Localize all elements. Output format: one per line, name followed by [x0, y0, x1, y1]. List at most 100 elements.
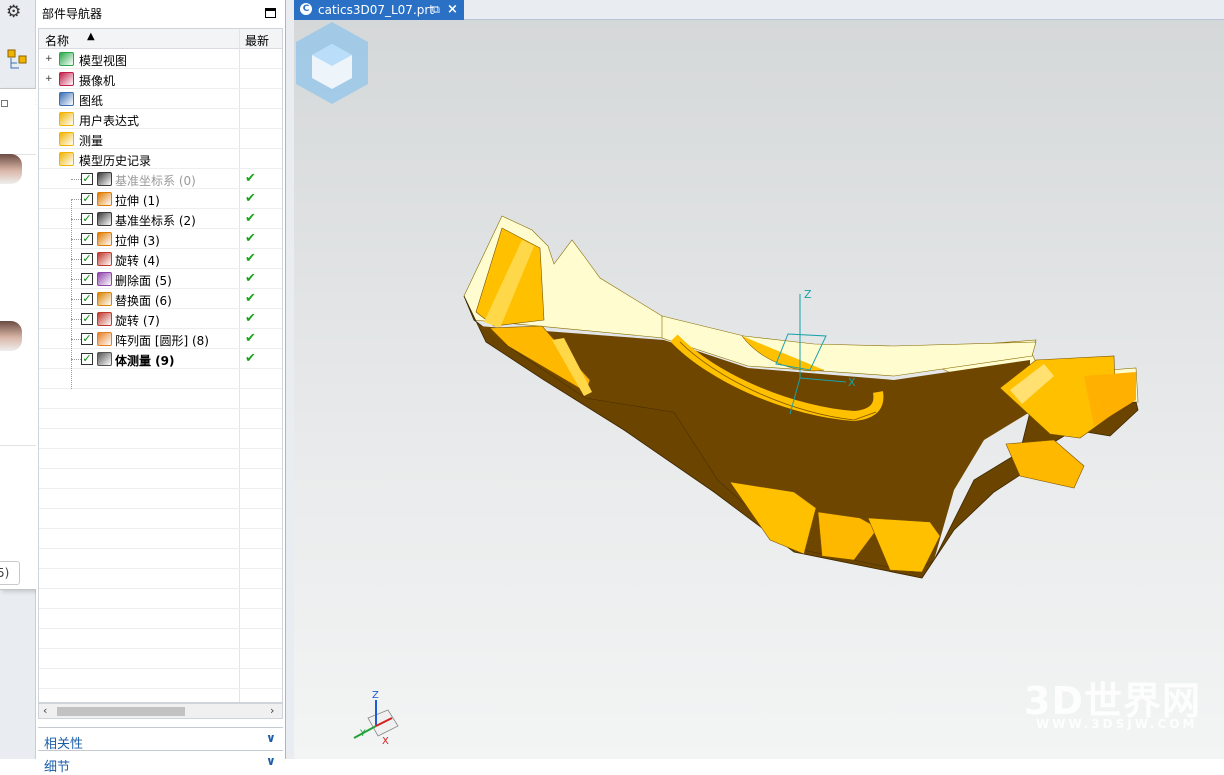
tree-node[interactable]: 用户表达式 — [39, 109, 282, 129]
tree-empty-row — [39, 529, 282, 549]
tree-node[interactable]: ✓ 基准坐标系 (2) ✔ — [39, 209, 282, 229]
camera-icon — [59, 72, 74, 86]
tree-node-label: 基准坐标系 (0) — [115, 174, 196, 188]
expand-toggle-icon[interactable]: + — [45, 75, 53, 84]
tree-node-label: 模型视图 — [79, 54, 128, 68]
up-to-date-check-icon: ✔ — [245, 311, 256, 326]
tree-empty-row — [39, 669, 282, 689]
tree-empty-row — [39, 429, 282, 449]
feature-checkbox[interactable]: ✓ — [81, 313, 93, 325]
part-model[interactable]: Z X Z X Y — [294, 20, 1224, 759]
tree-node[interactable]: + 模型视图 — [39, 49, 282, 69]
tree-node[interactable]: ✓ 体测量 (9) ✔ — [39, 349, 282, 369]
part-navigator: 部件导航器 名称 ▲ 最新 +模型视图+✔摄像机图纸用户表达式测量模型历史记录✓… — [36, 0, 286, 775]
tree-empty-row — [39, 369, 282, 389]
details-panel[interactable]: 细节 ∨ — [38, 750, 283, 775]
tree-node[interactable]: +✔摄像机 — [39, 69, 282, 89]
tree-node-label: 体测量 (9) — [115, 354, 175, 368]
tree-empty-row — [39, 449, 282, 469]
tree-node-label: 用户表达式 — [79, 114, 140, 128]
tree-node-label: 删除面 (5) — [115, 274, 172, 288]
datum-z-label: Z — [804, 288, 812, 301]
expand-toggle-icon[interactable]: + — [45, 55, 53, 64]
tree-node[interactable]: 测量 — [39, 129, 282, 149]
nx-part-icon: C — [300, 3, 312, 15]
up-to-date-check-icon: ✔ — [245, 211, 256, 226]
feature-checkbox[interactable]: ✓ — [81, 353, 93, 365]
tree-empty-row — [39, 509, 282, 529]
tree-node[interactable]: 图纸 — [39, 89, 282, 109]
triad-x-label: X — [382, 736, 389, 747]
tree-node[interactable]: ✓ 拉伸 (3) ✔ — [39, 229, 282, 249]
folder-icon — [59, 132, 74, 146]
column-header-latest[interactable]: 最新 — [245, 32, 269, 49]
undock-icon[interactable]: ⧉ — [432, 3, 440, 17]
tab-label: catics3D07_L07.prt — [318, 3, 435, 17]
chevron-down-icon[interactable]: ∨ — [266, 731, 276, 745]
tab-part-file[interactable]: C catics3D07_L07.prt ⧉ × — [294, 0, 464, 20]
chevron-down-icon[interactable]: ∨ — [266, 754, 276, 768]
extrude-icon — [97, 192, 112, 206]
tree-node[interactable]: ✓ 拉伸 (1) ✔ — [39, 189, 282, 209]
up-to-date-check-icon: ✔ — [245, 231, 256, 246]
up-to-date-check-icon: ✔ — [245, 331, 256, 346]
tree-node[interactable]: ✓ 替换面 (6) ✔ — [39, 289, 282, 309]
datum-csys-icon — [97, 212, 112, 226]
replace-face-icon — [97, 292, 112, 306]
measure-body-icon — [97, 352, 112, 366]
tree-node-label: 基准坐标系 (2) — [115, 214, 196, 228]
up-to-date-check-icon: ✔ — [245, 171, 256, 186]
restore-icon[interactable] — [1, 100, 8, 107]
tree-node-label: 阵列面 [圆形] (8) — [115, 334, 209, 348]
avatar — [0, 321, 22, 351]
up-to-date-check-icon: ✔ — [245, 351, 256, 366]
extrude-icon — [97, 232, 112, 246]
graphics-viewport[interactable]: Z X Z X Y 3D世界网 WWW.3DSJW.COM — [294, 20, 1224, 759]
feature-checkbox[interactable]: ✓ — [81, 193, 93, 205]
tree-empty-row — [39, 649, 282, 669]
horizontal-scrollbar[interactable]: ‹ › — [38, 703, 283, 719]
feature-checkbox[interactable]: ✓ — [81, 333, 93, 345]
delete-face-icon — [97, 272, 112, 286]
scroll-thumb[interactable] — [57, 707, 185, 716]
up-to-date-check-icon: ✔ — [245, 291, 256, 306]
tree-node-label: 摄像机 — [79, 74, 116, 88]
dependencies-panel[interactable]: 相关性 ∨ — [38, 727, 283, 752]
tree-empty-row — [39, 589, 282, 609]
popup-button[interactable]: 5) — [0, 561, 20, 585]
tree-node-label: 替换面 (6) — [115, 294, 172, 308]
tree-empty-row — [39, 389, 282, 409]
model-view-icon — [59, 52, 74, 66]
assembly-navigator-icon[interactable] — [7, 48, 29, 74]
tree-node-label: 图纸 — [79, 94, 104, 108]
sort-ascending-icon[interactable]: ▲ — [87, 31, 95, 42]
avatar — [0, 154, 22, 184]
tree-node[interactable]: 模型历史记录 — [39, 149, 282, 169]
feature-checkbox[interactable]: ✓ — [81, 273, 93, 285]
tree-node[interactable]: ✓ 旋转 (4) ✔ — [39, 249, 282, 269]
tree-node[interactable]: ✓ 基准坐标系 (0) ✔ — [39, 169, 282, 189]
tree-node-label: 旋转 (7) — [115, 314, 160, 328]
tree-header: 名称 ▲ 最新 — [39, 29, 282, 49]
up-to-date-check-icon: ✔ — [245, 191, 256, 206]
tree-empty-row — [39, 629, 282, 649]
pattern-face-icon — [97, 332, 112, 346]
feature-checkbox[interactable]: ✓ — [81, 233, 93, 245]
scroll-right-icon[interactable]: › — [270, 704, 274, 717]
feature-checkbox[interactable]: ✓ — [81, 293, 93, 305]
feature-checkbox[interactable]: ✓ — [81, 173, 93, 185]
tree-node[interactable]: ✓ 旋转 (7) ✔ — [39, 309, 282, 329]
column-header-name[interactable]: 名称 — [45, 32, 69, 49]
view-triad[interactable]: Z X Y — [353, 690, 399, 747]
tree-node-label: 旋转 (4) — [115, 254, 160, 268]
close-icon[interactable]: × — [447, 2, 458, 17]
feature-checkbox[interactable]: ✓ — [81, 213, 93, 225]
datum-csys-icon — [97, 172, 112, 186]
tree-node[interactable]: ✓ 删除面 (5) ✔ — [39, 269, 282, 289]
maximize-icon[interactable] — [265, 8, 276, 18]
gear-icon[interactable]: ⚙ — [6, 2, 21, 22]
tree-node[interactable]: ✓ 阵列面 [圆形] (8) ✔ — [39, 329, 282, 349]
open-folder-icon — [59, 152, 74, 166]
scroll-left-icon[interactable]: ‹ — [43, 704, 47, 717]
feature-checkbox[interactable]: ✓ — [81, 253, 93, 265]
